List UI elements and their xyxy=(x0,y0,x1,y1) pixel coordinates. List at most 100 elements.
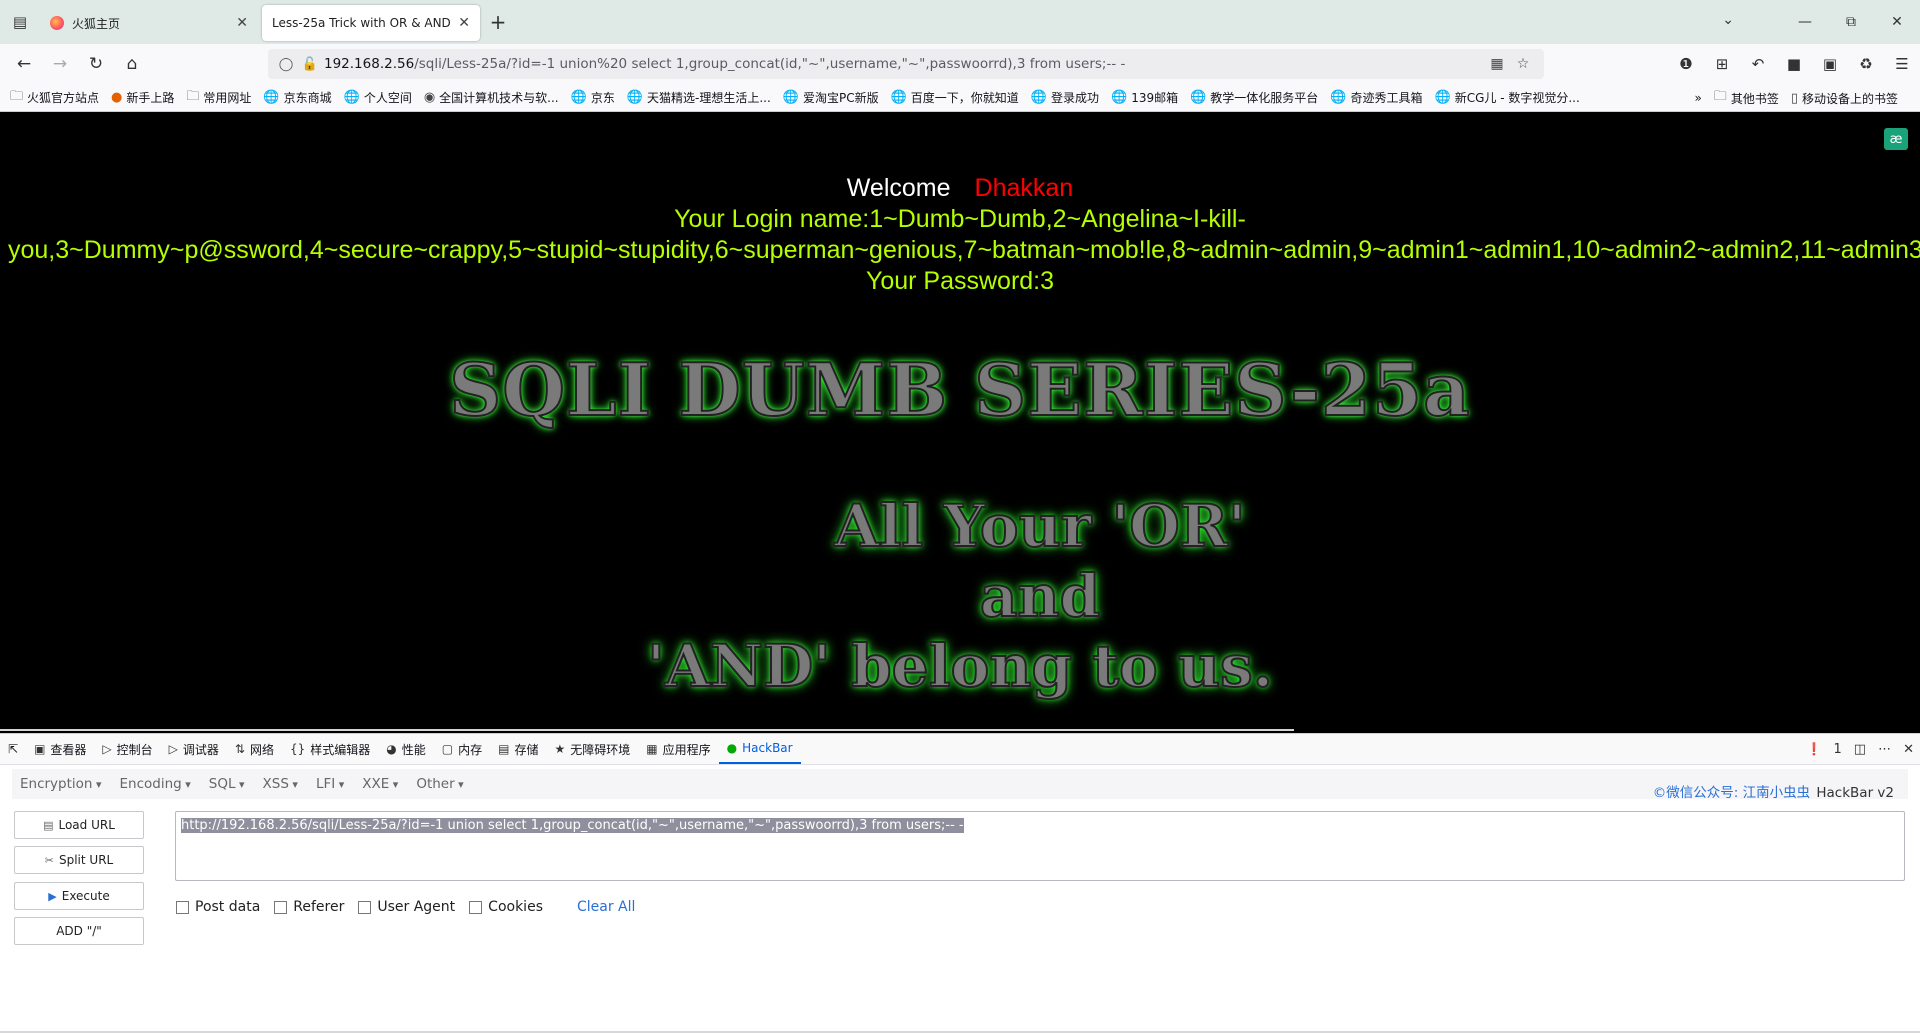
referer-option[interactable]: Referer xyxy=(274,899,344,915)
extensions-icon[interactable]: ♻ xyxy=(1848,48,1884,80)
menu-icon[interactable]: ☰ xyxy=(1884,48,1920,80)
insecure-lock-icon[interactable]: 🔓 xyxy=(300,57,320,72)
hackbar-options: Post data Referer User Agent Cookies Cle… xyxy=(176,899,635,915)
extension-1-icon[interactable]: ❶ xyxy=(1668,48,1704,80)
post-data-option[interactable]: Post data xyxy=(176,899,260,915)
split-url-button[interactable]: ✂ Split URL xyxy=(14,846,144,874)
user-name: Dhakkan xyxy=(974,174,1074,202)
bookmark-star-icon[interactable]: ☆ xyxy=(1510,56,1536,72)
load-url-button[interactable]: ▤ Load URL xyxy=(14,811,144,839)
crop-icon[interactable]: ⊞ xyxy=(1704,48,1740,80)
user-agent-option[interactable]: User Agent xyxy=(358,899,455,915)
menu-encoding[interactable]: Encoding xyxy=(120,776,191,792)
container-icon[interactable]: ▣ xyxy=(1812,48,1848,80)
bookmark-item[interactable]: 🌐 新CG儿 - 数字视觉分... xyxy=(1435,89,1580,106)
folder-icon: 🗀 xyxy=(1713,89,1727,104)
tab-performance[interactable]: ◕ 性能 xyxy=(378,734,434,764)
bookmark-item[interactable]: 🌐 教学一体化服务平台 xyxy=(1190,89,1318,106)
undo-icon[interactable]: ↶ xyxy=(1740,48,1776,80)
execute-button[interactable]: ▶ Execute xyxy=(14,882,144,910)
menu-lfi[interactable]: LFI xyxy=(316,776,344,792)
bookmark-item[interactable]: ◉ 全国计算机技术与软... xyxy=(424,89,559,106)
bookmark-item[interactable]: 🌐 天猫精选-理想生活上... xyxy=(627,89,771,106)
folder-icon: 🗀 xyxy=(10,88,24,104)
chevron-down-icon[interactable]: ⌄ xyxy=(1722,12,1734,28)
tab-accessibility[interactable]: ★ 无障碍环境 xyxy=(547,734,639,764)
horizontal-scrollbar[interactable] xyxy=(0,729,1294,731)
bookmarks-right: » 🗀 其他书签 ▯ 移动设备上的书签 xyxy=(1694,84,1910,111)
storage-icon: ▤ xyxy=(498,742,510,756)
hackbar-url-textarea[interactable]: http://192.168.2.56/sqli/Less-25a/?id=-1… xyxy=(175,811,1905,881)
tab-console[interactable]: ▷ 控制台 xyxy=(94,734,160,764)
other-bookmarks[interactable]: 🗀 其他书签 xyxy=(1714,87,1779,109)
tab-list-icon[interactable]: ▤ xyxy=(0,0,40,44)
back-icon[interactable]: ← xyxy=(6,48,42,80)
home-icon[interactable]: ⌂ xyxy=(114,48,150,80)
bookmark-item[interactable]: 🌐 爱淘宝PC新版 xyxy=(783,89,879,106)
tab-application[interactable]: ▦ 应用程序 xyxy=(638,734,718,764)
tab-style-editor[interactable]: {} 样式编辑器 xyxy=(282,734,378,764)
reload-icon[interactable]: ↻ xyxy=(78,48,114,80)
close-window-icon[interactable]: ✕ xyxy=(1874,0,1920,44)
cookies-checkbox[interactable] xyxy=(469,900,483,914)
close-tab-icon[interactable]: ✕ xyxy=(458,15,470,31)
shield-icon[interactable]: ◯ xyxy=(276,57,296,72)
tab-memory[interactable]: ▢ 内存 xyxy=(434,734,490,764)
menu-encryption[interactable]: Encryption xyxy=(20,776,102,792)
new-tab-button[interactable]: + xyxy=(484,8,512,36)
forward-icon[interactable]: → xyxy=(42,48,78,80)
referer-checkbox[interactable] xyxy=(274,900,288,914)
menu-sql[interactable]: SQL xyxy=(209,776,245,792)
extension-badge-icon[interactable]: æ xyxy=(1884,128,1908,150)
password-line: Your Password:3 xyxy=(865,267,1055,295)
tab-firefox-home[interactable]: 火狐主页 ✕ xyxy=(40,5,258,41)
tab-debugger[interactable]: ▷ 调试器 xyxy=(161,734,227,764)
bookmark-item[interactable]: 🌐 京东商城 xyxy=(263,89,331,106)
bookmark-item[interactable]: 🗀 火狐官方站点 xyxy=(10,87,99,109)
bookmark-item[interactable]: 🌐 百度一下，你就知道 xyxy=(891,89,1019,106)
tab-network[interactable]: ⇅ 网络 xyxy=(227,734,282,764)
more-options-icon[interactable]: ⋯ xyxy=(1878,742,1891,757)
qr-code-icon[interactable]: ▦ xyxy=(1484,56,1510,72)
subtitle-line2: and xyxy=(979,561,1101,631)
memory-icon: ▢ xyxy=(441,742,454,756)
close-tab-icon[interactable]: ✕ xyxy=(236,15,248,31)
navigation-bar: ← → ↻ ⌂ ◯ 🔓 192.168.2.56/sqli/Less-25a/?… xyxy=(0,44,1920,84)
bookmark-item[interactable]: 🌐 139邮箱 xyxy=(1111,89,1178,106)
globe-icon: 🌐 xyxy=(782,90,799,105)
credit-link[interactable]: ©微信公众号: 江南小虫虫 xyxy=(1653,785,1810,801)
bookmark-item[interactable]: 🌐 登录成功 xyxy=(1031,89,1099,106)
mobile-bookmarks[interactable]: ▯ 移动设备上的书签 xyxy=(1791,90,1898,107)
minimize-icon[interactable]: — xyxy=(1782,0,1828,44)
cookies-option[interactable]: Cookies xyxy=(469,899,543,915)
menu-other[interactable]: Other xyxy=(416,776,463,792)
more-bookmarks-icon[interactable]: » xyxy=(1694,91,1701,105)
user-agent-checkbox[interactable] xyxy=(358,900,372,914)
error-count[interactable]: ❗ 1 xyxy=(1807,742,1842,757)
bookmark-item[interactable]: 🌐 奇迹秀工具箱 xyxy=(1330,89,1422,106)
hackbar-icon: ● xyxy=(726,741,738,755)
post-data-checkbox[interactable] xyxy=(176,900,189,914)
restore-icon[interactable]: ⧉ xyxy=(1828,0,1874,44)
globe-icon: 🌐 xyxy=(1190,90,1207,105)
toolbar-extensions: ❶ ⊞ ↶ ■ ▣ ♻ ☰ xyxy=(1668,48,1920,80)
url-bar[interactable]: ◯ 🔓 192.168.2.56/sqli/Less-25a/?id=-1 un… xyxy=(268,49,1544,79)
bookmark-item[interactable]: 🗀 常用网址 xyxy=(186,87,251,109)
tab-hackbar[interactable]: ● HackBar xyxy=(718,734,801,764)
bookmark-item[interactable]: ● 新手上路 xyxy=(111,89,174,106)
menu-xss[interactable]: XSS xyxy=(263,776,298,792)
dock-icon[interactable]: ◫ xyxy=(1854,742,1866,757)
close-devtools-icon[interactable]: ✕ xyxy=(1903,742,1914,757)
element-picker-icon[interactable]: ⇱ xyxy=(0,734,26,764)
tab-inspector[interactable]: ▣ 查看器 xyxy=(26,734,94,764)
login-name-line1: Your Login name:1~Dumb~Dumb,2~Angelina~I… xyxy=(674,205,1246,233)
bookmark-item[interactable]: 🌐 个人空间 xyxy=(344,89,412,106)
tab-less-25a[interactable]: Less-25a Trick with OR & AND Bl ✕ xyxy=(262,5,480,41)
url-text[interactable]: 192.168.2.56/sqli/Less-25a/?id=-1 union%… xyxy=(324,56,1484,72)
avatar-icon[interactable]: ■ xyxy=(1776,48,1812,80)
add-slash-button[interactable]: ADD "/" xyxy=(14,917,144,945)
menu-xxe[interactable]: XXE xyxy=(362,776,398,792)
tab-storage[interactable]: ▤ 存储 xyxy=(490,734,546,764)
bookmark-item[interactable]: 🌐 京东 xyxy=(571,89,615,106)
clear-all-link[interactable]: Clear All xyxy=(577,899,635,915)
